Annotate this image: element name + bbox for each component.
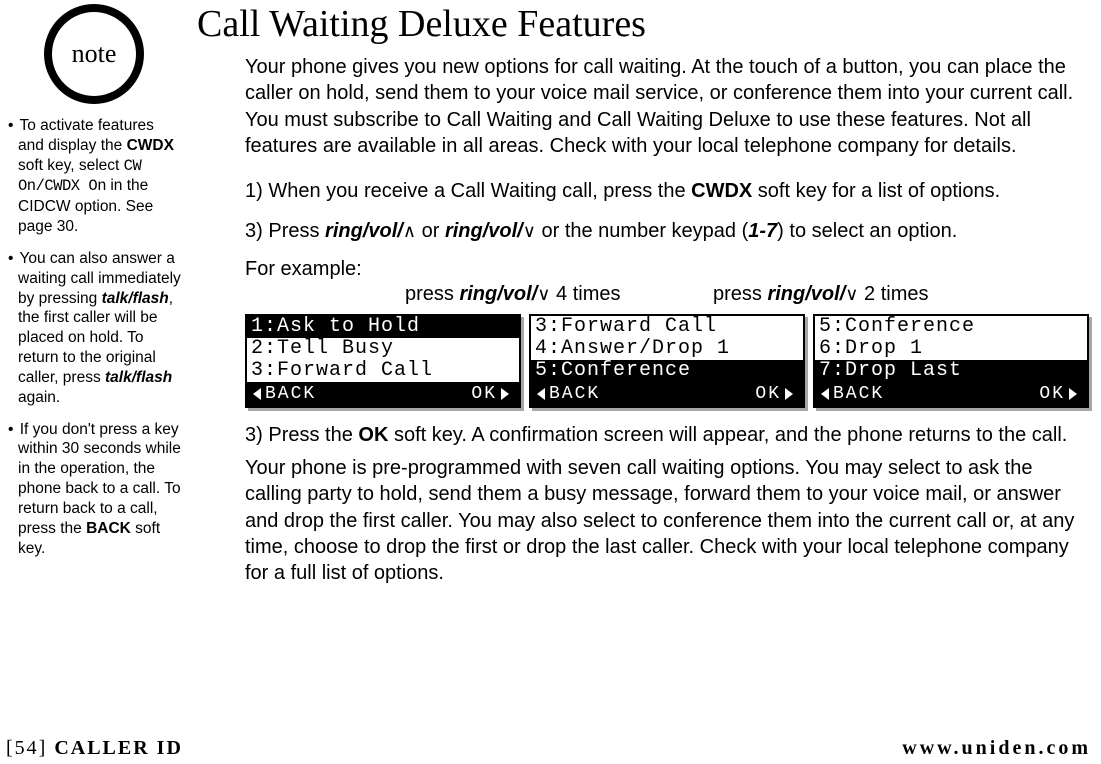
page-number: [54]: [6, 737, 47, 759]
section-name: CALLER ID: [47, 737, 183, 759]
lcd-line: 5:Conference: [815, 316, 1087, 338]
triangle-right-icon: [1069, 388, 1077, 400]
soft-key-ok: OK: [755, 384, 793, 404]
lcd-line: 1:Ask to Hold: [247, 316, 519, 338]
soft-key-ok: OK: [471, 384, 509, 404]
side-note-3: If you don't press a key within 30 secon…: [8, 420, 184, 559]
step-1: 1) When you receive a Call Waiting call,…: [245, 178, 1087, 204]
side-note-1: To activate features and display the CWD…: [8, 116, 184, 237]
outro-paragraph: Your phone is pre-programmed with seven …: [245, 455, 1087, 587]
lcd-screen-2: 3:Forward Call 4:Answer/Drop 1 5:Confere…: [529, 314, 805, 408]
lcd-screen-1: 1:Ask to Hold 2:Tell Busy 3:Forward Call…: [245, 314, 521, 408]
note-label: note: [44, 4, 144, 104]
lcd-line: 6:Drop 1: [815, 338, 1087, 360]
footer-url: www.uniden.com: [902, 737, 1091, 760]
triangle-right-icon: [501, 388, 509, 400]
main-content: Call Waiting Deluxe Features Your phone …: [195, 0, 1091, 605]
side-note-2: You can also answer a waiting call immed…: [8, 249, 184, 408]
soft-key-back: BACK: [537, 384, 600, 404]
page-title: Call Waiting Deluxe Features: [197, 2, 1091, 46]
lcd-line: 2:Tell Busy: [247, 338, 519, 360]
triangle-left-icon: [253, 388, 261, 400]
step-3: 3) Press the OK soft key. A confirmation…: [245, 422, 1087, 448]
page-footer: [54] CALLER ID www.uniden.com: [0, 737, 1101, 760]
sidebar-notes: note To activate features and display th…: [0, 0, 190, 570]
lcd-screens-row: 1:Ask to Hold 2:Tell Busy 3:Forward Call…: [245, 314, 1091, 408]
lcd-screen-3: 5:Conference 6:Drop 1 7:Drop Last BACK O…: [813, 314, 1089, 408]
intro-paragraph: Your phone gives you new options for cal…: [245, 54, 1087, 160]
lcd-line: 7:Drop Last: [815, 360, 1087, 382]
soft-key-back: BACK: [253, 384, 316, 404]
note-badge: note: [44, 4, 144, 104]
lcd-line: 3:Forward Call: [247, 360, 519, 382]
triangle-right-icon: [785, 388, 793, 400]
soft-key-back: BACK: [821, 384, 884, 404]
triangle-left-icon: [821, 388, 829, 400]
triangle-left-icon: [537, 388, 545, 400]
soft-key-ok: OK: [1039, 384, 1077, 404]
step-2: 3) Press ring/vol/∧ or ring/vol/∨ or the…: [245, 218, 1087, 244]
lcd-line: 3:Forward Call: [531, 316, 803, 338]
lcd-line: 5:Conference: [531, 360, 803, 382]
lcd-line: 4:Answer/Drop 1: [531, 338, 803, 360]
example-lead: For example:: [245, 258, 1091, 281]
press-labels: press ring/vol/∨ 4 times press ring/vol/…: [305, 283, 1091, 306]
